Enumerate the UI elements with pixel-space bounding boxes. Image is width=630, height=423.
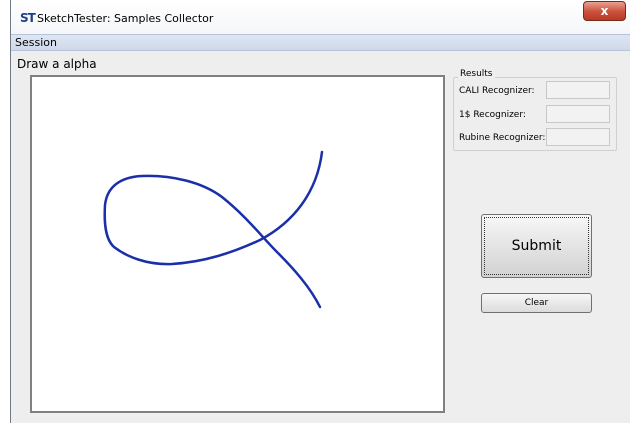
title-bar[interactable]: ST SketchTester: Samples Collector x (11, 0, 630, 34)
clear-button[interactable]: Clear (481, 293, 592, 313)
main-window: ST SketchTester: Samples Collector x Ses… (10, 0, 630, 423)
menu-session[interactable]: Session (15, 36, 57, 49)
close-button[interactable]: x (583, 1, 626, 21)
rubine-recognizer-result (546, 128, 610, 146)
cali-recognizer-label: CALI Recognizer: (459, 86, 535, 96)
results-legend: Results (458, 69, 495, 79)
submit-button[interactable]: Submit (481, 214, 592, 278)
window-title: SketchTester: Samples Collector (37, 12, 214, 25)
dollar1-recognizer-result (546, 105, 610, 123)
menu-bar: Session (11, 34, 630, 51)
sketch-stroke (103, 150, 324, 309)
app-icon: ST (20, 11, 36, 25)
rubine-recognizer-label: Rubine Recognizer: (459, 133, 546, 143)
sketch-stroke-layer (103, 150, 324, 309)
drawing-canvas[interactable] (30, 75, 445, 413)
dollar1-recognizer-label: 1$ Recognizer: (459, 110, 526, 120)
close-icon: x (600, 4, 609, 18)
cali-recognizer-result (546, 81, 610, 99)
draw-prompt: Draw a alpha (17, 57, 97, 71)
